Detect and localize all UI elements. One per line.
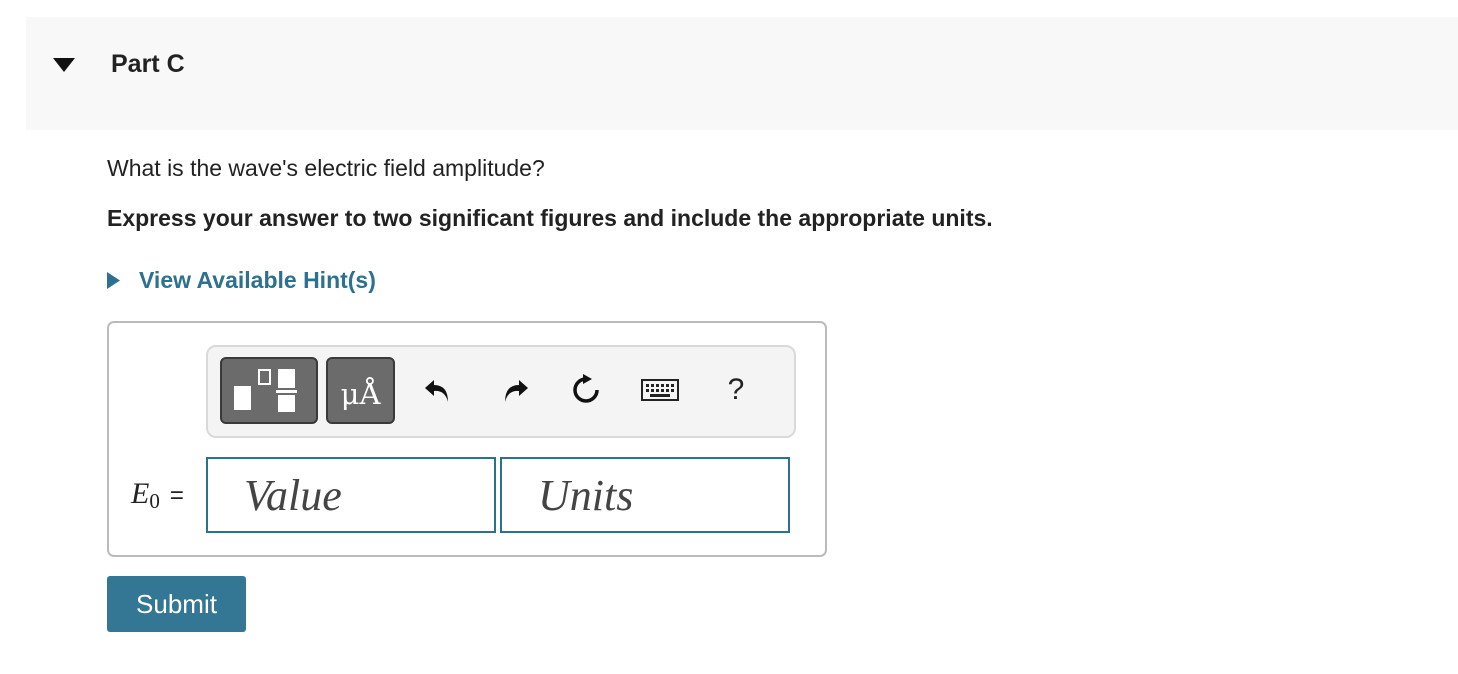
keyboard-button[interactable] <box>638 367 682 413</box>
templates-button[interactable] <box>220 357 318 424</box>
answer-instruction: Express your answer to two significant f… <box>107 205 993 231</box>
view-hints-label: View Available Hint(s) <box>139 266 376 293</box>
math-toolbar: μÅ ? <box>206 345 796 438</box>
help-button[interactable]: ? <box>716 367 756 413</box>
reset-button[interactable] <box>566 367 606 413</box>
units-input[interactable]: Units <box>500 457 790 533</box>
variable-subscript: 0 <box>149 489 160 513</box>
collapse-triangle-icon[interactable] <box>53 58 75 72</box>
redo-icon <box>505 380 528 402</box>
view-hints-link[interactable]: View Available Hint(s) <box>107 265 376 295</box>
redo-button[interactable] <box>495 367 535 413</box>
submit-button[interactable]: Submit <box>107 576 246 632</box>
undo-icon <box>425 380 448 402</box>
question-text: What is the wave's electric field amplit… <box>107 155 545 181</box>
expand-arrow-icon <box>107 271 120 289</box>
templates-icon <box>234 369 297 412</box>
undo-button[interactable] <box>418 367 458 413</box>
value-input[interactable]: Value <box>206 457 496 533</box>
variable-symbol: E <box>131 477 150 510</box>
keyboard-icon <box>641 379 679 401</box>
reset-icon <box>573 374 599 403</box>
units-button[interactable]: μÅ <box>326 357 395 424</box>
part-header: Part C <box>26 17 1458 130</box>
answer-box: μÅ ? E 0 = Value Units <box>107 321 827 557</box>
part-title: Part C <box>111 50 185 78</box>
variable-label: E 0 = <box>131 477 184 513</box>
equals-sign: = <box>169 482 184 509</box>
